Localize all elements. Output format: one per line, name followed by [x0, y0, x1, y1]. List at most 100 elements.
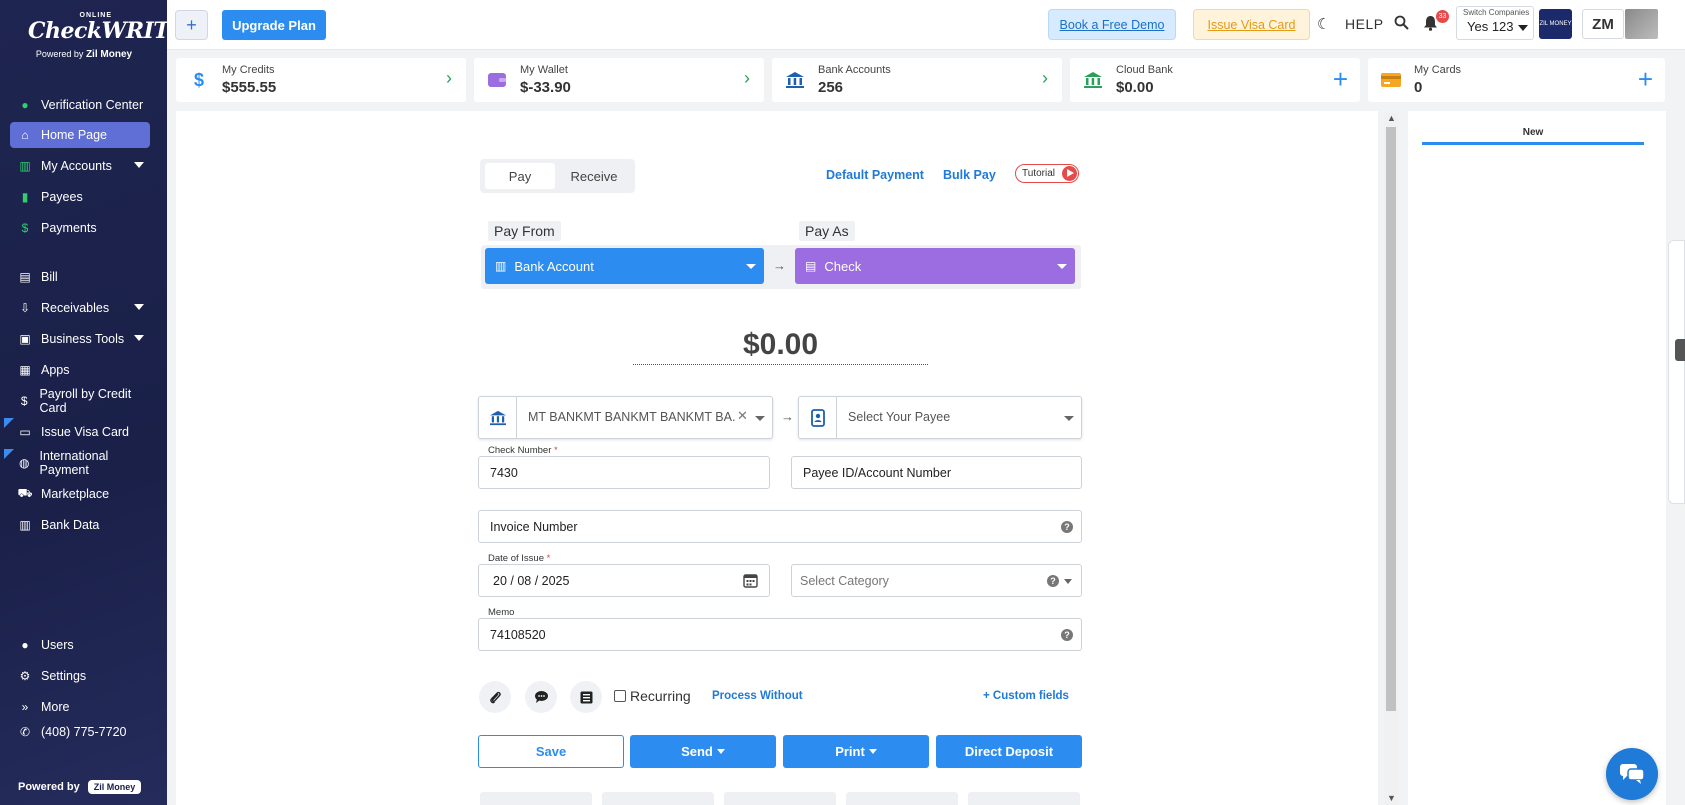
- direct-deposit-button[interactable]: Direct Deposit: [936, 735, 1082, 768]
- bottom-tab[interactable]: [724, 792, 836, 805]
- help-icon[interactable]: ?: [1047, 575, 1059, 587]
- sidebar-item-payees[interactable]: ▮ Payees: [10, 184, 150, 210]
- sidebar-item-issue-visa-card[interactable]: ▭ Issue Visa Card: [10, 419, 150, 445]
- save-button[interactable]: Save: [478, 735, 624, 768]
- amount-input[interactable]: $0.00: [633, 328, 928, 365]
- sidebar-item-home-page[interactable]: ⌂ Home Page: [10, 122, 150, 148]
- sidebar-item-label: Marketplace: [41, 487, 110, 501]
- tutorial-button[interactable]: Tutorial: [1015, 164, 1079, 183]
- sidebar-item-business-tools[interactable]: ▣ Business Tools: [10, 326, 150, 352]
- sidebar-item-my-accounts[interactable]: ▥ My Accounts: [10, 153, 150, 179]
- card-my-credits[interactable]: $ My Credits $555.55 ›: [176, 58, 466, 102]
- caret-down-icon: [716, 749, 725, 754]
- sidebar-item-phone[interactable]: ✆ (408) 775-7720: [10, 719, 150, 745]
- pay-as-select[interactable]: ▤ Check: [795, 248, 1075, 284]
- sidebar-item-payroll-by-credit-card[interactable]: $ Payroll by Credit Card: [10, 387, 150, 415]
- pay-receive-toggle: Pay Receive: [480, 159, 635, 193]
- bank-icon: ▥: [19, 518, 31, 532]
- scrollbar-thumb[interactable]: [1386, 127, 1396, 711]
- card-my-wallet[interactable]: My Wallet $-33.90 ›: [474, 58, 764, 102]
- powered-by-footer: Powered by Zil Money: [18, 780, 142, 794]
- sidebar-item-bank-data[interactable]: ▥ Bank Data: [10, 512, 150, 538]
- tab-pay[interactable]: Pay: [485, 163, 555, 189]
- bottom-tab[interactable]: [602, 792, 714, 805]
- list-icon[interactable]: [570, 681, 602, 713]
- caret-down-icon: [1064, 579, 1072, 584]
- sidebar-item-verification-center[interactable]: ● Verification Center: [10, 92, 150, 118]
- category-select[interactable]: Select Category ?: [791, 564, 1082, 597]
- book-demo-button[interactable]: Book a Free Demo: [1048, 9, 1176, 40]
- sidebar-item-receivables[interactable]: ⇩ Receivables: [10, 295, 150, 321]
- sidebar-item-apps[interactable]: ▦ Apps: [10, 357, 150, 383]
- upgrade-plan-button[interactable]: Upgrade Plan: [222, 10, 326, 40]
- avatar[interactable]: [1625, 9, 1658, 39]
- card-title: Cloud Bank: [1116, 64, 1173, 76]
- pay-from-select[interactable]: ▥ Bank Account: [485, 248, 764, 284]
- recurring-checkbox[interactable]: [614, 690, 626, 702]
- bank-account-select[interactable]: MT BANKMT BANKMT BANKMT BA... ✕: [478, 396, 773, 439]
- tab-receive[interactable]: Receive: [559, 163, 629, 189]
- scroll-down-icon[interactable]: ▼: [1387, 793, 1396, 803]
- help-link[interactable]: HELP: [1345, 16, 1384, 32]
- company-logo[interactable]: ZIL MONEY: [1539, 9, 1572, 39]
- tab-new[interactable]: New: [1422, 127, 1644, 145]
- card-value: $555.55: [222, 79, 277, 96]
- default-payment-link[interactable]: Default Payment: [826, 168, 924, 182]
- chevron-right-icon[interactable]: ›: [744, 68, 750, 89]
- send-button[interactable]: Send: [630, 735, 776, 768]
- sidebar-item-international-payment[interactable]: ◍ International Payment: [10, 449, 150, 477]
- quick-add-button[interactable]: +: [175, 10, 208, 40]
- payee-id-field[interactable]: Payee ID/Account Number: [791, 456, 1082, 489]
- sidebar-item-marketplace[interactable]: ⛟ Marketplace: [10, 481, 150, 507]
- process-without-link[interactable]: Process Without: [712, 690, 803, 702]
- card-value: 0: [1414, 79, 1423, 96]
- comment-icon[interactable]: [525, 681, 557, 713]
- chevron-right-icon[interactable]: ›: [1042, 68, 1048, 89]
- drawer-handle-icon[interactable]: [1675, 339, 1685, 361]
- switch-company-select[interactable]: Switch Companies Yes 123: [1456, 6, 1534, 40]
- scroll-up-icon[interactable]: ▲: [1387, 113, 1396, 123]
- double-chevron-icon: »: [21, 700, 29, 714]
- invoice-number-field[interactable]: Invoice Number ?: [478, 510, 1082, 543]
- print-button[interactable]: Print: [783, 735, 929, 768]
- sidebar-item-users[interactable]: ● Users: [10, 632, 150, 658]
- sidebar-item-more[interactable]: » More: [10, 694, 150, 720]
- chevron-right-icon[interactable]: ›: [446, 68, 452, 89]
- check-number-label-text: Check Number: [488, 445, 552, 456]
- memo-field[interactable]: Memo 74108520 ?: [478, 607, 1082, 651]
- payee-select[interactable]: Select Your Payee: [798, 396, 1082, 439]
- chevron-down-icon: [134, 304, 144, 310]
- bottom-tab[interactable]: [480, 792, 592, 805]
- bulk-pay-link[interactable]: Bulk Pay: [943, 168, 996, 182]
- main-scrollbar[interactable]: ▲ ▼: [1384, 113, 1398, 805]
- check-number-field[interactable]: Check Number * 7430: [478, 445, 770, 489]
- logo-powered-by: Powered by Zil Money: [28, 49, 140, 60]
- custom-fields-link[interactable]: + Custom fields: [983, 690, 1069, 702]
- attachment-icon[interactable]: [479, 681, 511, 713]
- card-bank-accounts[interactable]: Bank Accounts 256 ›: [772, 58, 1062, 102]
- date-of-issue-field[interactable]: Date of Issue * 20 / 08 / 2025: [478, 553, 770, 597]
- moon-icon[interactable]: ☾: [1317, 15, 1330, 33]
- help-icon[interactable]: ?: [1061, 521, 1073, 533]
- plus-icon[interactable]: +: [1638, 64, 1653, 95]
- sidebar-item-settings[interactable]: ⚙ Settings: [10, 663, 150, 689]
- search-icon[interactable]: [1394, 15, 1409, 34]
- side-drawer-tab[interactable]: [1668, 240, 1685, 504]
- bottom-tab[interactable]: [968, 792, 1080, 805]
- app-logo[interactable]: ONLINE CheckWRITER Powered by Zil Money: [28, 12, 204, 78]
- card-cloud-bank[interactable]: Cloud Bank $0.00 +: [1070, 58, 1360, 102]
- sidebar-item-bill[interactable]: ▤ Bill: [10, 264, 150, 290]
- invoice-placeholder: Invoice Number: [490, 519, 578, 534]
- card-my-cards[interactable]: My Cards 0 +: [1368, 58, 1665, 102]
- clear-icon[interactable]: ✕: [737, 408, 748, 424]
- sidebar-item-payments[interactable]: $ Payments: [10, 215, 150, 241]
- caret-down-icon: [755, 416, 765, 421]
- bottom-tab[interactable]: [846, 792, 958, 805]
- chat-button[interactable]: [1606, 748, 1658, 800]
- user-initials[interactable]: ZM: [1582, 9, 1624, 39]
- calendar-icon[interactable]: [743, 573, 758, 591]
- issue-visa-card-button[interactable]: Issue Visa Card: [1193, 9, 1310, 40]
- sidebar-item-label: Settings: [41, 669, 87, 683]
- help-icon[interactable]: ?: [1061, 629, 1073, 641]
- plus-icon[interactable]: +: [1333, 64, 1348, 95]
